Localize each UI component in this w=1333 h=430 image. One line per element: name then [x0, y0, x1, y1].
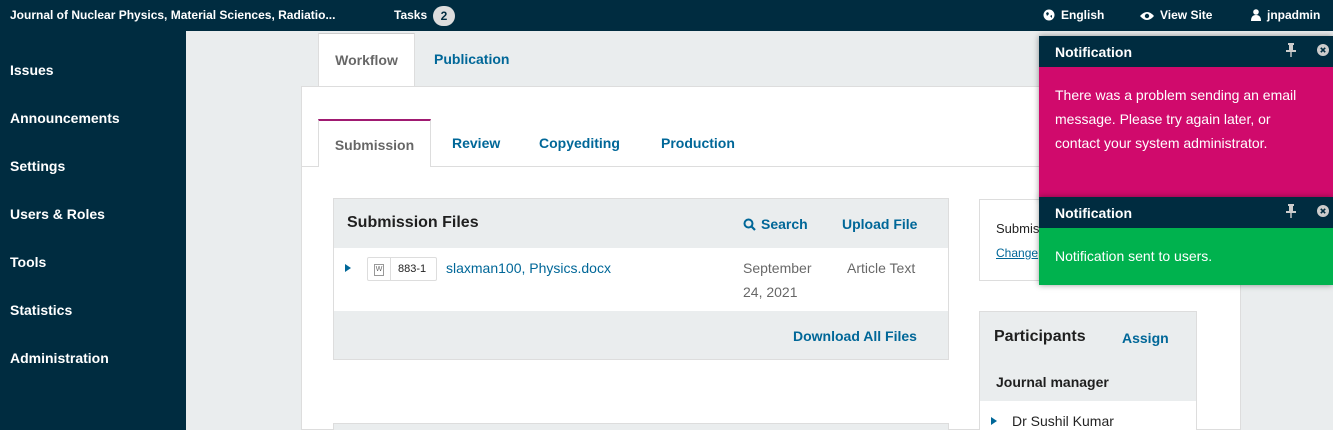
sidebar-item-tools[interactable]: Tools [10, 254, 46, 270]
tab-submission[interactable]: Submission [318, 119, 431, 167]
file-date: September 24, 2021 [743, 260, 812, 300]
participant-name: Dr Sushil Kumar [1012, 413, 1114, 429]
success-notification: Notification Notification sent to users. [1039, 197, 1333, 285]
close-icon[interactable] [1317, 44, 1329, 56]
user-icon [1251, 9, 1261, 21]
notification-title: Notification [1055, 44, 1132, 60]
grid-title: Submission Files [347, 214, 479, 231]
eye-icon [1140, 12, 1154, 20]
tab-publication[interactable]: Publication [434, 33, 509, 86]
expand-row-caret-icon[interactable] [345, 264, 351, 272]
change-link[interactable]: Change [996, 246, 1038, 260]
pin-icon[interactable] [1285, 43, 1297, 57]
view-site-link[interactable]: View Site [1140, 8, 1212, 22]
sidebar-item-users-roles[interactable]: Users & Roles [10, 206, 105, 222]
notification-message: There was a problem sending an email mes… [1039, 67, 1333, 199]
file-name-link[interactable]: slaxman100, Physics.docx [446, 260, 611, 276]
file-type: Article Text [847, 260, 916, 276]
word-document-icon: W [374, 264, 384, 276]
sidebar-item-statistics[interactable]: Statistics [10, 302, 72, 318]
notification-header: Notification [1039, 36, 1333, 67]
notification-header: Notification [1039, 197, 1333, 228]
notification-title: Notification [1055, 205, 1132, 221]
username-label: jnpadmin [1267, 8, 1321, 22]
tab-workflow[interactable]: Workflow [318, 33, 415, 86]
download-all-files-button[interactable]: Download All Files [793, 328, 917, 344]
participants-title: Participants [994, 328, 1086, 345]
error-notification: Notification There was a problem sending… [1039, 36, 1333, 199]
next-grid-header [333, 423, 949, 430]
participant-role: Journal manager [996, 374, 1109, 390]
tasks-count-badge[interactable]: 2 [433, 6, 455, 26]
status-text: Submission [996, 221, 1042, 236]
language-label: English [1061, 8, 1105, 22]
file-id: 883-1 [398, 263, 427, 275]
submission-status-box: Submission Change [979, 199, 1043, 281]
file-id-badge: W 883-1 [367, 257, 437, 281]
search-label: Search [761, 216, 808, 232]
close-icon[interactable] [1317, 205, 1329, 217]
sidebar-item-announcements[interactable]: Announcements [10, 110, 120, 126]
journal-title-link[interactable]: Journal of Nuclear Physics, Material Sci… [10, 8, 335, 22]
assign-button[interactable]: Assign [1122, 330, 1169, 346]
tab-review[interactable]: Review [452, 119, 500, 167]
search-button[interactable]: Search [743, 216, 808, 232]
sidebar-item-settings[interactable]: Settings [10, 158, 65, 174]
user-menu[interactable]: jnpadmin [1251, 8, 1320, 22]
language-menu[interactable]: English [1043, 8, 1104, 22]
tab-copyediting[interactable]: Copyediting [539, 119, 620, 167]
notification-message: Notification sent to users. [1039, 228, 1333, 285]
globe-icon [1043, 9, 1055, 21]
upload-file-button[interactable]: Upload File [842, 216, 917, 232]
participants-panel: Participants Assign Journal manager Dr S… [979, 311, 1197, 430]
submission-files-grid: Submission Files Search Upload File W 88… [333, 198, 949, 360]
top-bar: Journal of Nuclear Physics, Material Sci… [0, 0, 1333, 31]
tab-production[interactable]: Production [661, 119, 735, 167]
search-icon [743, 218, 756, 231]
view-site-label: View Site [1160, 8, 1213, 22]
tasks-link[interactable]: Tasks [394, 8, 427, 22]
sidebar-item-issues[interactable]: Issues [10, 62, 54, 78]
sidebar: Issues Announcements Settings Users & Ro… [0, 31, 186, 430]
expand-participant-caret-icon[interactable] [991, 417, 997, 425]
sidebar-item-administration[interactable]: Administration [10, 350, 109, 366]
pin-icon[interactable] [1285, 204, 1297, 218]
